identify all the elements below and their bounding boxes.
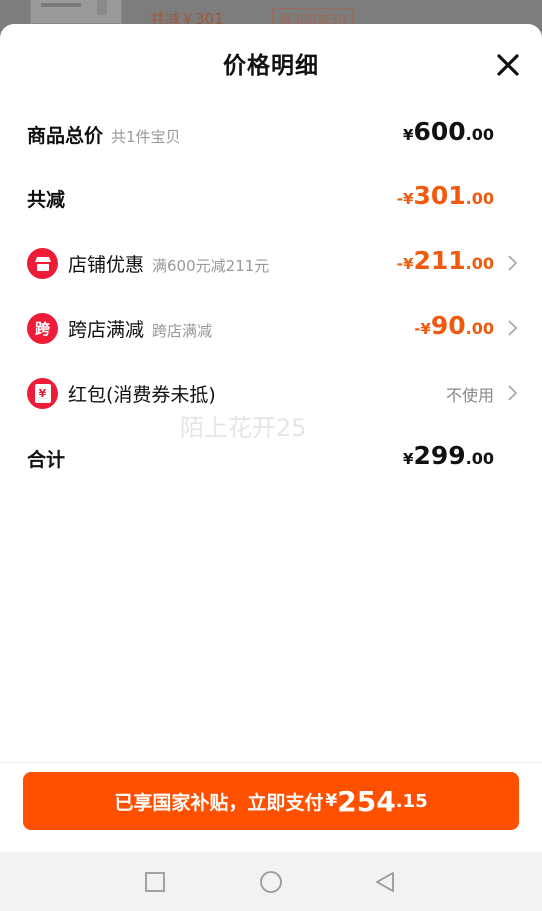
sum-value: ¥299.00 <box>403 441 494 470</box>
goods-total-value: ¥600.00 <box>403 117 494 146</box>
red-packet-icon: ¥ <box>27 378 58 409</box>
cross-store-value: -¥90.00 <box>414 311 494 340</box>
store-discount-label: 店铺优惠 <box>68 254 145 276</box>
sum-label: 合计 <box>27 449 66 471</box>
close-icon[interactable] <box>494 51 522 79</box>
red-packet-value: 不使用 <box>445 386 494 405</box>
product-thumbnail <box>30 0 122 24</box>
total-reduce-label: 共减 <box>27 189 66 211</box>
footer-divider <box>0 762 542 763</box>
goods-count-note: 共1件宝贝 <box>111 128 181 146</box>
row-store-discount[interactable]: 店铺优惠 满600元减211元 -¥211.00 <box>0 244 542 284</box>
recent-apps-icon[interactable] <box>143 870 167 894</box>
sheet-title: 价格明细 <box>223 53 319 79</box>
back-icon[interactable] <box>373 870 397 894</box>
cross-store-rule: 跨店满减 <box>152 322 213 340</box>
pay-now-button[interactable]: 已享国家补贴，立即支付 ¥254.15 <box>23 772 519 830</box>
chevron-right-icon <box>508 385 518 401</box>
red-packet-label: 红包(消费券未抵) <box>68 384 216 406</box>
chevron-right-icon <box>508 320 518 336</box>
row-cross-store-discount[interactable]: 跨 跨店满减 跨店满减 -¥90.00 <box>0 309 542 349</box>
watermark: 陌上花开25 <box>180 414 307 442</box>
goods-total-label: 商品总价 <box>27 125 104 147</box>
price-detail-sheet: 价格明细 商品总价 共1件宝贝 ¥600.00 共减 -¥301.00 店铺优惠满… <box>0 24 542 911</box>
total-reduce-value: -¥301.00 <box>396 181 494 210</box>
cross-store-label: 跨店满减 <box>68 319 145 341</box>
chevron-right-icon <box>508 255 518 271</box>
row-sum: 合计 ¥299.00 <box>0 439 542 479</box>
store-icon <box>27 248 58 279</box>
home-icon[interactable] <box>259 870 283 894</box>
store-discount-rule: 满600元减211元 <box>152 257 270 275</box>
row-goods-total: 商品总价 共1件宝贝 ¥600.00 <box>0 115 542 155</box>
row-total-reduce: 共减 -¥301.00 <box>0 179 542 219</box>
system-navigation-bar <box>0 852 542 911</box>
cross-store-icon: 跨 <box>27 313 58 344</box>
store-discount-value: -¥211.00 <box>396 246 494 275</box>
